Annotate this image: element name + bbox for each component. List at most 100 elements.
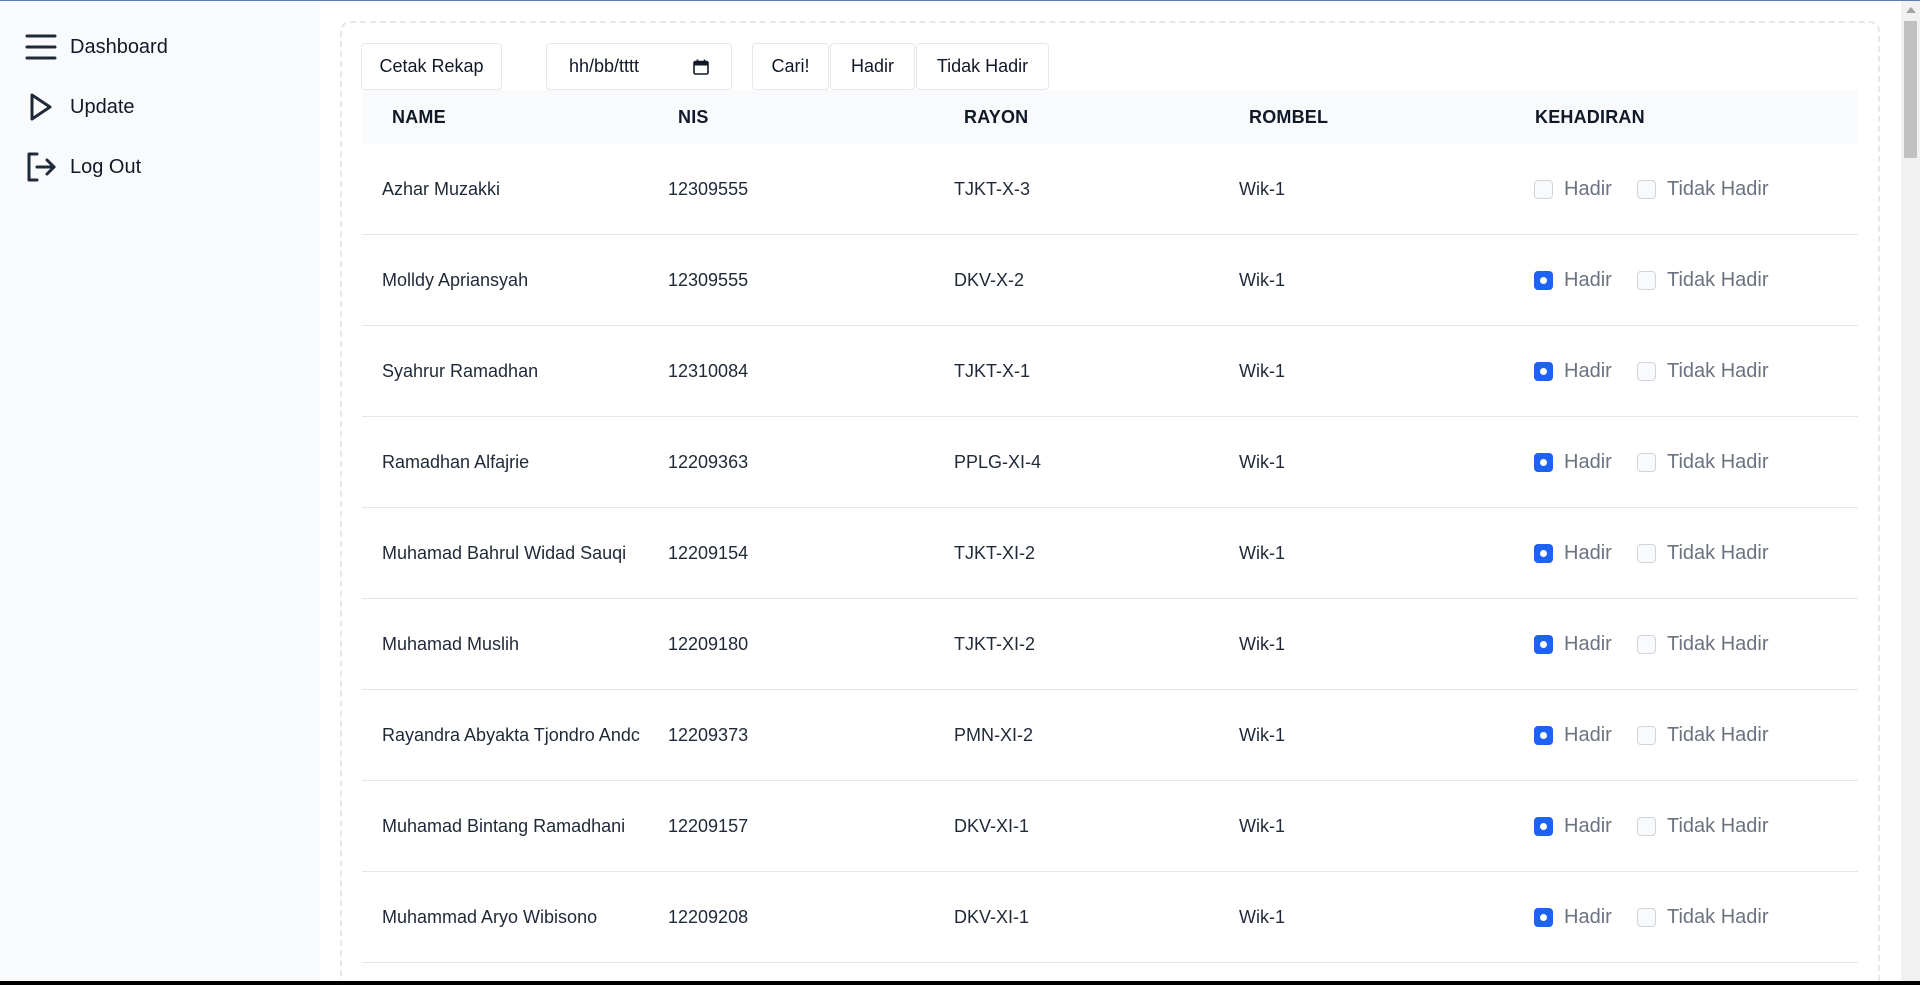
- absent-checkbox-option[interactable]: Tidak Hadir: [1637, 144, 1769, 234]
- cell-rombel: Wik-1: [1239, 542, 1285, 563]
- present-checkbox[interactable]: [1534, 543, 1553, 563]
- present-checkbox-option[interactable]: Hadir: [1534, 417, 1612, 507]
- column-header-nis: NIS: [678, 106, 709, 127]
- absent-checkbox-label: Tidak Hadir: [1667, 177, 1769, 200]
- absent-checkbox-option[interactable]: Tidak Hadir: [1637, 872, 1769, 962]
- table-row: Muhamad Muslih 12209180 TJKT-XI-2 Wik-1 Hadi…: [362, 599, 1858, 690]
- sidebar-item-logout[interactable]: Log Out: [24, 147, 141, 187]
- cell-name: Muhamad Bahrul Widad Sauqi: [382, 542, 627, 563]
- present-checkbox-label: Hadir: [1564, 723, 1612, 746]
- present-checkbox[interactable]: [1534, 725, 1553, 745]
- cell-name: Azhar Muzakki: [382, 178, 501, 199]
- present-checkbox-label: Hadir: [1564, 450, 1612, 473]
- present-checkbox[interactable]: [1534, 452, 1553, 472]
- absent-checkbox-option[interactable]: Tidak Hadir: [1637, 417, 1769, 507]
- present-checkbox-label: Hadir: [1564, 268, 1612, 291]
- present-checkbox-option[interactable]: Hadir: [1534, 599, 1612, 689]
- cell-rayon: TJKT-XI-2: [954, 633, 1036, 654]
- table-row: Molldy Apriansyah 12309555 DKV-X-2 Wik-1 Had…: [362, 235, 1858, 326]
- sidebar-item-label: Log Out: [70, 155, 142, 178]
- cell-rombel: Wik-1: [1239, 633, 1285, 654]
- scroll-up-icon[interactable]: [1906, 7, 1916, 13]
- cell-rombel: Wik-1: [1239, 724, 1285, 745]
- absent-checkbox[interactable]: [1637, 179, 1656, 199]
- cell-rayon: PMN-XI-2: [954, 724, 1034, 745]
- window-bottom-border: [0, 981, 1920, 985]
- cell-nis: 12209154: [668, 542, 749, 563]
- present-checkbox-option[interactable]: Hadir: [1534, 326, 1612, 416]
- filter-present-button[interactable]: Hadir: [830, 43, 915, 90]
- absent-checkbox[interactable]: [1637, 543, 1656, 563]
- cell-rombel: Wik-1: [1239, 178, 1285, 199]
- present-checkbox-option[interactable]: Hadir: [1534, 508, 1612, 598]
- calendar-icon[interactable]: [693, 59, 709, 75]
- play-icon: [24, 91, 57, 124]
- menu-icon: [24, 31, 57, 64]
- cell-name: Muhammad Aryo Wibisono: [382, 906, 598, 927]
- column-header-rombel: ROMBEL: [1249, 106, 1329, 127]
- absent-checkbox-label: Tidak Hadir: [1667, 450, 1769, 473]
- table-row: Muhamad Bahrul Widad Sauqi 12209154 TJKT-X…: [362, 508, 1858, 599]
- cell-nis: 12310084: [668, 360, 749, 381]
- table-row: Ramadhan Alfajrie 12209363 PPLG-XI-4 Wik-1 H…: [362, 417, 1858, 508]
- table-row: Muhamad Bintang Ramadhani 12209157 DKV-XI-…: [362, 781, 1858, 872]
- cell-nis: 12209157: [668, 815, 749, 836]
- table-row: Azhar Muzakki 12309555 TJKT-X-3 Wik-1 Hadir T…: [362, 144, 1858, 235]
- cell-name: Rayandra Abyakta Tjondro Andc: [382, 724, 640, 745]
- absent-checkbox-option[interactable]: Tidak Hadir: [1637, 690, 1769, 780]
- absent-checkbox-option[interactable]: Tidak Hadir: [1637, 235, 1769, 325]
- absent-checkbox-option[interactable]: Tidak Hadir: [1637, 599, 1769, 689]
- absent-checkbox[interactable]: [1637, 907, 1656, 927]
- absent-checkbox[interactable]: [1637, 634, 1656, 654]
- present-checkbox[interactable]: [1534, 907, 1553, 927]
- absent-checkbox-option[interactable]: Tidak Hadir: [1637, 781, 1769, 871]
- table-header: NAME NIS RAYON ROMBEL KEHADIRAN: [362, 90, 1858, 144]
- absent-checkbox[interactable]: [1637, 452, 1656, 472]
- present-checkbox-option[interactable]: Hadir: [1534, 235, 1612, 325]
- cell-nis: 12309555: [668, 269, 749, 290]
- present-checkbox-label: Hadir: [1564, 359, 1612, 382]
- absent-checkbox-option[interactable]: Tidak Hadir: [1637, 326, 1769, 416]
- present-checkbox[interactable]: [1534, 816, 1553, 836]
- sidebar-item-dashboard[interactable]: Dashboard: [24, 27, 168, 67]
- filter-absent-button[interactable]: Tidak Hadir: [916, 43, 1049, 90]
- present-checkbox[interactable]: [1534, 179, 1553, 199]
- sidebar-item-update[interactable]: Update: [24, 87, 135, 127]
- absent-checkbox-label: Tidak Hadir: [1667, 541, 1769, 564]
- table-row: Rayandra Abyakta Tjondro Andc 12209373 PMN…: [362, 690, 1858, 781]
- absent-checkbox[interactable]: [1637, 725, 1656, 745]
- absent-checkbox-option[interactable]: Tidak Hadir: [1637, 508, 1769, 598]
- cell-rayon: DKV-XI-1: [954, 815, 1030, 836]
- present-checkbox[interactable]: [1534, 270, 1553, 290]
- cell-name: Muhamad Bintang Ramadhani: [382, 815, 626, 836]
- absent-checkbox-label: Tidak Hadir: [1667, 632, 1769, 655]
- present-checkbox-option[interactable]: Hadir: [1534, 872, 1612, 962]
- cell-nis: 12309555: [668, 178, 749, 199]
- absent-checkbox[interactable]: [1637, 270, 1656, 290]
- absent-checkbox[interactable]: [1637, 361, 1656, 381]
- present-checkbox-label: Hadir: [1564, 814, 1612, 837]
- print-recap-button[interactable]: Cetak Rekap: [361, 43, 502, 90]
- table-row: Muhammad Aryo Wibisono 12209208 DKV-XI-1 Wi…: [362, 872, 1858, 963]
- column-header-rayon: RAYON: [964, 106, 1029, 127]
- present-checkbox-option[interactable]: Hadir: [1534, 144, 1612, 234]
- date-input[interactable]: hh/bb/tttt: [546, 43, 732, 90]
- sidebar: Dashboard Update Log Out: [0, 1, 320, 985]
- logout-icon: [24, 151, 57, 184]
- present-checkbox-option[interactable]: Hadir: [1534, 781, 1612, 871]
- present-checkbox-label: Hadir: [1564, 177, 1612, 200]
- absent-checkbox[interactable]: [1637, 816, 1656, 836]
- cell-rombel: Wik-1: [1239, 906, 1285, 927]
- search-button[interactable]: Cari!: [752, 43, 829, 90]
- present-checkbox[interactable]: [1534, 361, 1553, 381]
- absent-checkbox-label: Tidak Hadir: [1667, 359, 1769, 382]
- present-checkbox-label: Hadir: [1564, 541, 1612, 564]
- present-checkbox-label: Hadir: [1564, 632, 1612, 655]
- present-checkbox[interactable]: [1534, 634, 1553, 654]
- present-checkbox-option[interactable]: Hadir: [1534, 690, 1612, 780]
- table-row: Syahrur Ramadhan 12310084 TJKT-X-1 Wik-1 Had…: [362, 326, 1858, 417]
- cell-nis: 12209363: [668, 451, 749, 472]
- column-header-name: NAME: [392, 106, 446, 127]
- scrollbar-thumb[interactable]: [1904, 21, 1917, 158]
- scrollbar[interactable]: [1901, 1, 1920, 985]
